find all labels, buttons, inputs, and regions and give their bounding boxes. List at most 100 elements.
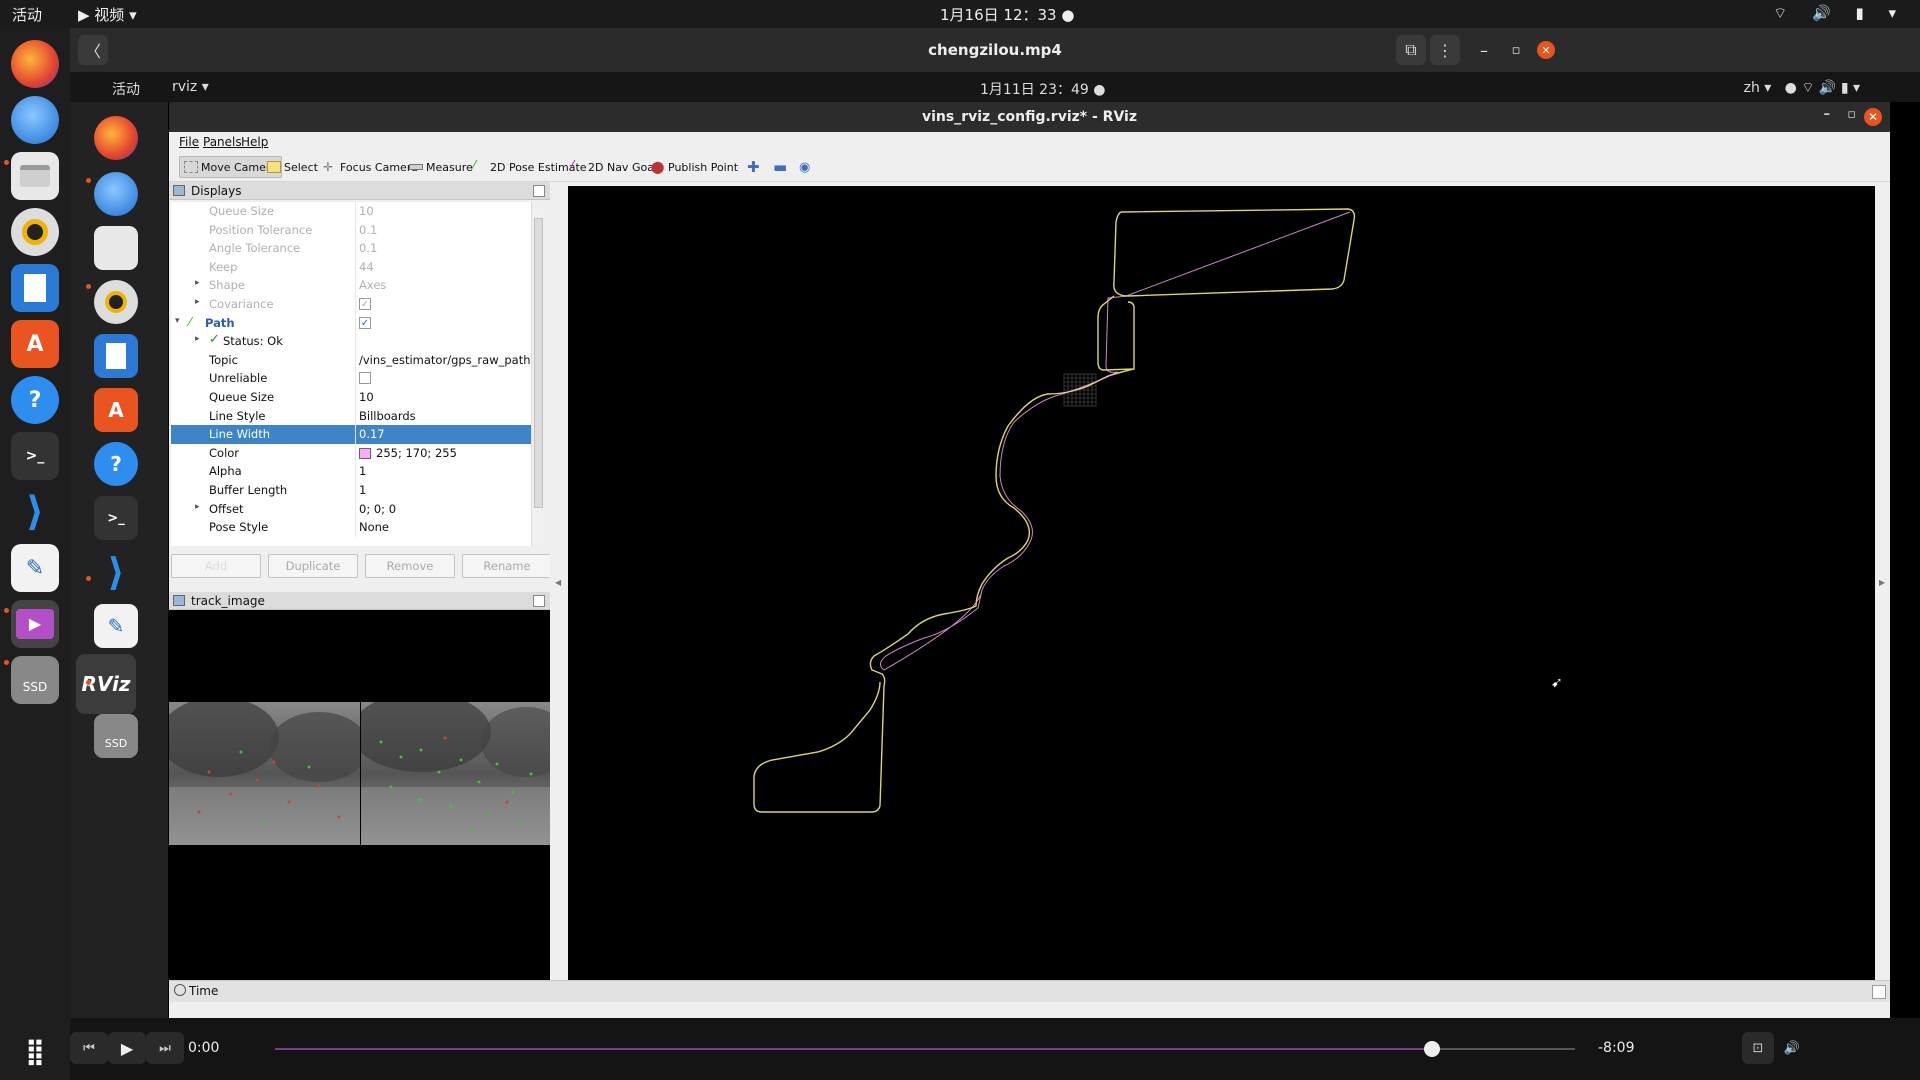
files-icon[interactable] xyxy=(11,152,59,200)
ssd-drive-icon[interactable]: SSD xyxy=(11,656,59,704)
rviz-close-icon: ✕ xyxy=(1864,108,1882,126)
fullscreen-button[interactable]: ⧉ xyxy=(1396,35,1426,65)
property-key: Queue Size xyxy=(209,390,275,404)
property-row: Topic/vins_estimator/gps_raw_path xyxy=(171,350,531,370)
rviz-title-bar: vins_rviz_config.rviz* - RViz – ▫ ✕ xyxy=(169,102,1890,132)
property-key: Angle Tolerance xyxy=(209,241,301,256)
current-time: 0:00 xyxy=(188,1040,220,1056)
property-value: 0.1 xyxy=(359,222,378,237)
menu-button[interactable]: ⋮ xyxy=(1430,35,1460,65)
video-frame[interactable]: 活动 rviz ▾ 1月11日 23：49 ● zh ▾ ● ⌔ 🔊 ▮ ▾ A… xyxy=(70,72,1920,1018)
color-swatch xyxy=(359,447,371,459)
clock[interactable]: 1月16日 12：33 ● xyxy=(940,4,1074,25)
show-apps-icon[interactable]: ⣿ xyxy=(11,1028,59,1076)
inner-lang: zh ▾ xyxy=(1743,80,1772,96)
writer-icon[interactable] xyxy=(11,264,59,312)
track-image-header: track_image xyxy=(169,592,550,610)
terminal-icon[interactable]: >_ xyxy=(11,432,59,480)
tool-label: Measure xyxy=(426,160,473,174)
close-button[interactable]: ✕ xyxy=(1537,41,1555,59)
thunderbird-icon[interactable] xyxy=(11,96,59,144)
menu-panels: Panels xyxy=(203,135,242,149)
time-panel: Time xyxy=(169,980,1890,1002)
focus-camera-icon: ✛ xyxy=(323,160,334,174)
vscode-icon[interactable]: ⟩ xyxy=(11,488,59,536)
remove-tool-icon: ▬ xyxy=(773,158,788,176)
column-divider xyxy=(355,295,356,314)
property-row: Color 255; 170; 255 xyxy=(171,443,531,463)
property-value: 0; 0; 0 xyxy=(359,501,397,516)
inner-clock: 1月11日 23：49 ● xyxy=(980,79,1105,99)
help-icon[interactable]: ? xyxy=(11,376,59,424)
minimize-button[interactable]: – xyxy=(1470,35,1498,65)
property-value: 1 xyxy=(359,483,367,497)
path-canvas xyxy=(753,208,1356,813)
text-editor-icon[interactable]: ✎ xyxy=(11,544,59,592)
progress-handle[interactable] xyxy=(1424,1041,1440,1057)
firefox-icon[interactable] xyxy=(11,40,59,88)
column-divider xyxy=(355,499,356,519)
tool-label: Publish Point xyxy=(668,160,739,174)
play-button[interactable]: ▶ xyxy=(108,1032,146,1064)
status-ok-icon: ✓ xyxy=(209,332,220,348)
map-pin-icon: ⬤ xyxy=(651,160,665,174)
property-row: ▾ ⁄ Path ✓ xyxy=(171,313,531,333)
subtitles-button[interactable]: ⊡ xyxy=(1742,1032,1774,1064)
property-value: 0.1 xyxy=(359,241,378,256)
inner-running-indicator xyxy=(86,178,91,183)
rviz-minimize-icon: – xyxy=(1823,107,1831,122)
running-indicator xyxy=(4,160,9,165)
panel-float-icon xyxy=(533,595,545,607)
video-title: chengzilou.mp4 xyxy=(928,41,1062,59)
property-checkbox: ✓ xyxy=(359,298,371,310)
inner-activities: 活动 xyxy=(112,82,140,98)
property-key: Position Tolerance xyxy=(209,222,313,237)
inner-terminal-icon: >_ xyxy=(94,496,138,540)
inner-running-indicator xyxy=(86,576,91,581)
column-divider xyxy=(355,443,356,463)
column-divider xyxy=(355,257,356,277)
green-arrow-icon: ⁄ xyxy=(473,159,476,174)
inner-files-icon xyxy=(94,226,138,270)
rviz-window-title: vins_rviz_config.rviz* - RViz xyxy=(922,109,1137,125)
inner-ssd-label: SSD xyxy=(104,736,128,750)
property-row: Buffer Length 1 xyxy=(171,481,531,500)
inner-app-menu: rviz ▾ xyxy=(172,79,209,95)
inner-clock-text: 1月11日 23：49 xyxy=(980,82,1089,98)
gps-path-yellow xyxy=(753,208,1356,813)
property-row: ▸ ✓ Status: Ok xyxy=(171,332,531,351)
previous-button[interactable]: ⏮ xyxy=(70,1032,108,1064)
activities-button[interactable]: 活动 xyxy=(12,4,42,25)
property-row: Keep 44 xyxy=(171,257,531,277)
app-center-icon[interactable]: A xyxy=(11,320,59,368)
volume-icon[interactable]: 🔊 xyxy=(1776,1032,1808,1064)
column-divider xyxy=(355,276,356,295)
record-dot: ● xyxy=(1061,6,1075,24)
running-indicator xyxy=(4,608,9,613)
property-value-text: 255; 170; 255 xyxy=(376,445,457,460)
mouse-cursor-icon: ➹ xyxy=(1551,675,1563,691)
column-divider xyxy=(355,332,356,351)
add-tool-icon: ✚ xyxy=(747,158,760,176)
camera-frame-right xyxy=(361,702,552,845)
property-key: Buffer Length xyxy=(209,483,288,497)
monitor-icon xyxy=(173,185,185,196)
property-value: Axes xyxy=(359,278,387,293)
render-view: ➹ xyxy=(568,186,1875,980)
next-button[interactable]: ⏭ xyxy=(146,1032,184,1064)
inner-top-bar: 活动 rviz ▾ 1月11日 23：49 ● zh ▾ ● ⌔ 🔊 ▮ ▾ xyxy=(70,72,1920,102)
menu-file: File xyxy=(179,135,200,149)
clock-text: 1月16日 12：33 xyxy=(940,6,1057,24)
rhythmbox-icon[interactable] xyxy=(11,208,59,256)
videos-icon[interactable]: ▶ xyxy=(11,600,59,648)
property-value: Billboards xyxy=(359,408,416,423)
system-tray[interactable]: ⌔ 🔊 ▮ ▾ xyxy=(1773,4,1906,23)
rename-button: Rename xyxy=(462,554,552,578)
maximize-button[interactable]: ▫ xyxy=(1502,35,1530,65)
displays-panel: Displays Queue Size 10 Position Tolerance 0… xyxy=(169,182,552,592)
track-image-panel: track_image xyxy=(169,592,552,980)
column-divider xyxy=(355,220,356,240)
progress-bar[interactable] xyxy=(275,1048,1432,1050)
app-menu[interactable]: ▶ 视频 ▾ xyxy=(78,4,137,25)
inner-record-dot: ● xyxy=(1093,82,1106,98)
